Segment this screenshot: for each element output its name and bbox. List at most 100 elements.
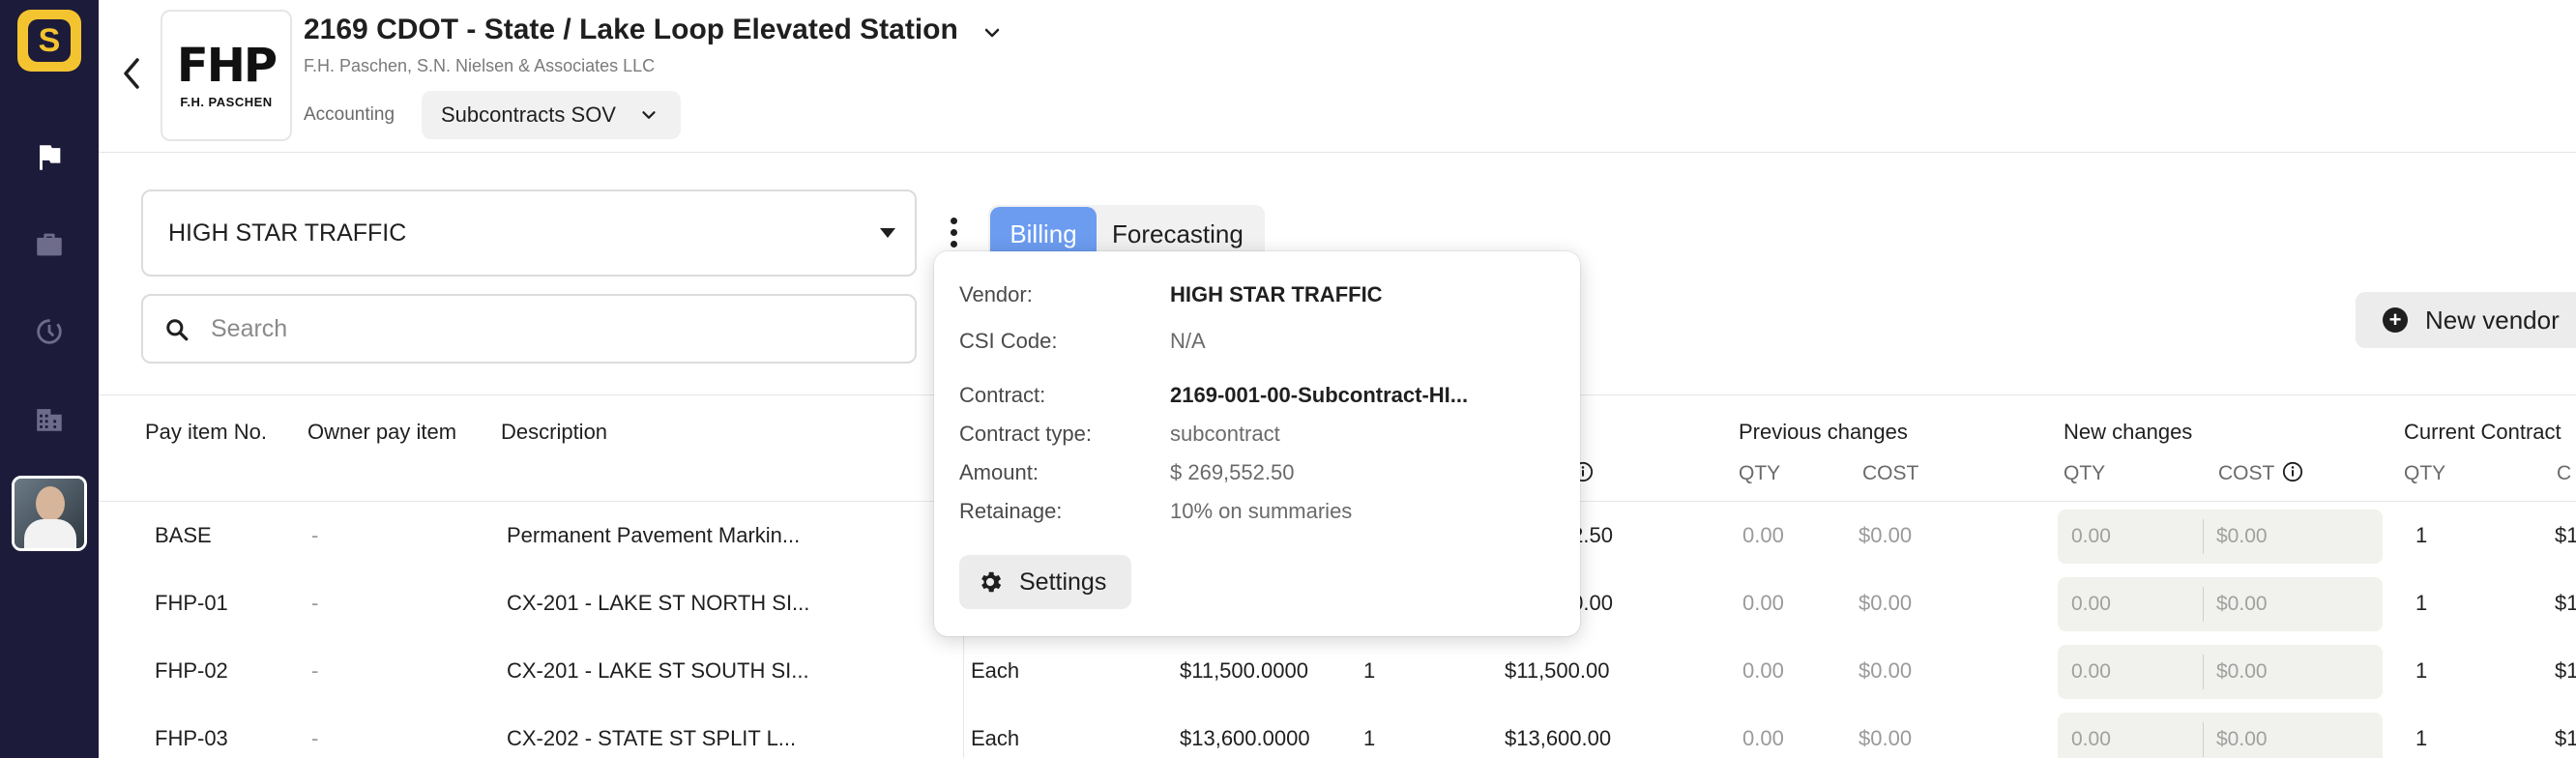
header-previous-changes: Previous changes: [1739, 420, 1908, 444]
new-cost-input[interactable]: $0.00: [2216, 510, 2268, 564]
cell-current-cost: $1: [2555, 523, 2576, 547]
cell-description: Permanent Pavement Markin...: [507, 523, 801, 547]
cell-total: $13,600.00: [1505, 726, 1612, 750]
settings-button[interactable]: Settings: [959, 555, 1131, 609]
search-input[interactable]: Search: [141, 294, 917, 364]
subheader-prev-qty: QTY: [1739, 462, 1781, 484]
rail-history-button[interactable]: [25, 307, 73, 356]
cell-prev-qty: 0.00: [1742, 658, 1784, 683]
company-logo-mark: FHP: [176, 38, 278, 93]
subheader-prev-cost: COST: [1862, 462, 1919, 484]
module-select-value: Subcontracts SOV: [441, 102, 616, 127]
kebab-dot: [950, 228, 957, 236]
rail-building-button[interactable]: [25, 394, 73, 443]
cell-unit: Each: [971, 658, 1020, 683]
cell-prev-qty: 0.00: [1742, 591, 1784, 615]
company-logo: FHP F.H. PASCHEN: [161, 10, 292, 141]
briefcase-icon: [37, 233, 62, 256]
user-avatar[interactable]: [12, 476, 87, 551]
cell-qty: 1: [1363, 726, 1376, 750]
editor-separator: [2203, 519, 2204, 554]
cell-description: CX-201 - LAKE ST SOUTH SI...: [507, 658, 809, 683]
cell-current-cost: $1: [2555, 726, 2576, 750]
app-logo-letter: S: [28, 19, 71, 62]
header-current-contract: Current Contract: [2404, 420, 2561, 444]
plus-circle-icon: +: [2383, 307, 2408, 333]
chevron-left-icon: [124, 58, 139, 89]
editor-separator: [2203, 587, 2204, 622]
cell-description: CX-201 - LAKE ST NORTH SI...: [507, 591, 810, 615]
popover-retainage-label: Retainage:: [959, 499, 1063, 523]
subheader-new-cost: COST: [2218, 462, 2275, 484]
popover-csi-value: N/A: [1170, 329, 1206, 353]
cell-unit-price: $13,600.0000: [1180, 726, 1310, 750]
header-description[interactable]: Description: [501, 420, 607, 445]
subheader-new-qty: QTY: [2064, 462, 2106, 484]
new-vendor-label: New vendor: [2425, 305, 2560, 335]
popover-contract-value[interactable]: 2169-001-00-Subcontract-HI...: [1170, 383, 1468, 408]
left-rail: S: [0, 0, 99, 758]
new-changes-editor: 0.00 $0.00: [2058, 510, 2383, 564]
search-placeholder: Search: [211, 314, 288, 342]
rail-flag-button[interactable]: [25, 133, 73, 182]
project-title: 2169 CDOT - State / Lake Loop Elevated S…: [304, 14, 958, 45]
new-qty-input[interactable]: 0.00: [2071, 510, 2111, 564]
cell-prev-cost: $0.00: [1859, 591, 1913, 615]
cell-current-cost: $1: [2555, 658, 2576, 683]
header-divider: [99, 152, 2576, 153]
cell-pay-item: FHP-03: [155, 726, 228, 750]
popover-amount-label: Amount:: [959, 460, 1039, 484]
table-row[interactable]: FHP-03 - CX-202 - STATE ST SPLIT L... Ea…: [99, 705, 2576, 758]
vendor-select-value: HIGH STAR TRAFFIC: [168, 219, 407, 247]
header-new-changes: New changes: [2064, 420, 2193, 444]
subheader-current-qty: QTY: [2404, 462, 2446, 484]
vendor-select[interactable]: HIGH STAR TRAFFIC: [141, 190, 917, 277]
kebab-dot: [950, 217, 957, 224]
caret-down-icon: [880, 228, 895, 238]
cell-prev-cost: $0.00: [1859, 726, 1913, 750]
cell-pay-item: FHP-01: [155, 591, 228, 615]
editor-separator: [2203, 722, 2204, 757]
flag-icon: [40, 145, 61, 170]
app-logo[interactable]: S: [17, 10, 81, 72]
vendor-menu-button[interactable]: [940, 213, 967, 251]
new-cost-input[interactable]: $0.00: [2216, 713, 2268, 758]
new-cost-input[interactable]: $0.00: [2216, 645, 2268, 699]
chevron-down-icon[interactable]: [981, 21, 1004, 44]
back-button[interactable]: [114, 54, 149, 93]
cell-prev-cost: $0.00: [1859, 658, 1913, 683]
popover-amount-value: $ 269,552.50: [1170, 460, 1295, 484]
table-row[interactable]: FHP-02 - CX-201 - LAKE ST SOUTH SI... Ea…: [99, 637, 2576, 705]
rail-briefcase-button[interactable]: [25, 220, 73, 269]
popover-csi-label: CSI Code:: [959, 329, 1058, 353]
header-pay-item-no[interactable]: Pay item No.: [145, 420, 267, 445]
new-changes-editor: 0.00 $0.00: [2058, 645, 2383, 699]
header-owner-pay-item[interactable]: Owner pay item: [307, 420, 456, 445]
cell-prev-qty: 0.00: [1742, 523, 1784, 547]
history-icon: [37, 319, 62, 344]
info-icon[interactable]: [2282, 461, 2303, 482]
new-qty-input[interactable]: 0.00: [2071, 577, 2111, 631]
building-icon: [37, 409, 62, 431]
chevron-down-icon: [642, 111, 656, 119]
cell-pay-item: FHP-02: [155, 658, 228, 683]
cell-owner-pay-item: -: [311, 658, 319, 683]
new-vendor-button[interactable]: + New vendor: [2356, 292, 2576, 348]
new-qty-input[interactable]: 0.00: [2071, 645, 2111, 699]
cell-unit-price: $11,500.0000: [1180, 658, 1308, 683]
gear-icon: [981, 571, 1002, 593]
company-logo-sub: F.H. PASCHEN: [180, 94, 273, 109]
settings-label: Settings: [1019, 568, 1107, 596]
section-label: Accounting: [304, 104, 395, 125]
cell-current-cost: $1: [2555, 591, 2576, 615]
new-qty-input[interactable]: 0.00: [2071, 713, 2111, 758]
subheader-current-cost: C: [2557, 462, 2572, 484]
cell-owner-pay-item: -: [311, 523, 319, 547]
new-cost-input[interactable]: $0.00: [2216, 577, 2268, 631]
cell-current-qty: 1: [2415, 658, 2428, 683]
cell-total: $11,500.00: [1505, 658, 1610, 683]
editor-separator: [2203, 655, 2204, 689]
project-subtitle: F.H. Paschen, S.N. Nielsen & Associates …: [304, 56, 656, 75]
search-icon: [166, 319, 189, 341]
module-select[interactable]: Subcontracts SOV: [422, 91, 681, 139]
